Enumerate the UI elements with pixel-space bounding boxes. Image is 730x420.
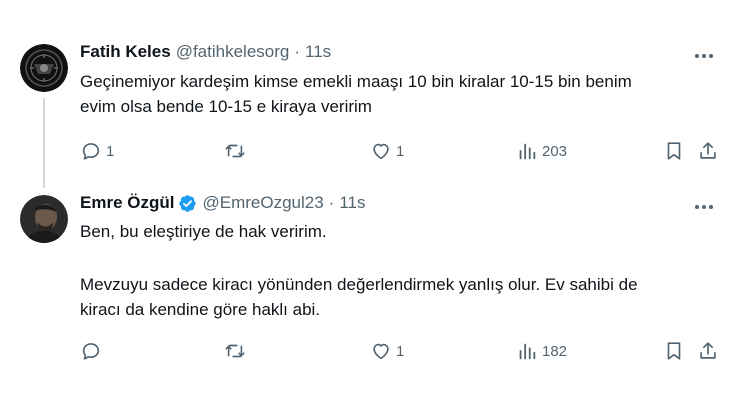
reply-icon (80, 140, 102, 162)
retweet-icon (223, 140, 247, 162)
like-count: 1 (396, 342, 405, 360)
tweet-header: Emre Özgül @EmreOzgul23 · 11s (80, 193, 366, 213)
bookmark-icon (663, 340, 685, 362)
bookmark-button[interactable] (663, 336, 685, 366)
avatar[interactable] (20, 44, 68, 92)
share-icon (697, 340, 719, 362)
views-icon (516, 340, 538, 362)
heart-icon (370, 340, 392, 362)
tweet-text-line: Geçinemiyor kardeşim kimse emekli maaşı … (80, 72, 632, 91)
share-button[interactable] (697, 336, 719, 366)
retweet-button[interactable] (223, 336, 251, 366)
user-handle[interactable]: @fatihkelesorg (176, 42, 290, 62)
verified-badge-icon[interactable] (178, 194, 197, 213)
more-icon[interactable] (692, 197, 716, 217)
action-bar: 1 182 (80, 336, 720, 366)
tweet-text-line: kiracı da kendine göre haklı abi. (80, 300, 321, 319)
reply-button[interactable] (80, 336, 106, 366)
tweet-text-line: evim olsa bende 10-15 e kiraya veririm (80, 97, 372, 116)
tweet-1[interactable]: Fatih Keles @fatihkelesorg · 11s Geçinem… (0, 0, 730, 185)
views-button[interactable]: 182 (516, 336, 567, 366)
view-count: 203 (542, 142, 568, 160)
avatar[interactable] (20, 195, 68, 243)
reply-icon (80, 340, 102, 362)
reply-count: 1 (106, 142, 115, 160)
share-icon (697, 140, 719, 162)
separator: · (294, 42, 301, 61)
display-name[interactable]: Emre Özgül (80, 193, 174, 213)
heart-icon (370, 140, 392, 162)
timestamp[interactable]: 11s (339, 193, 365, 213)
like-count: 1 (396, 142, 405, 160)
tweet-text-line (80, 244, 720, 269)
tweet-text-line: Mevzuyu sadece kiracı yönünden değerlend… (80, 275, 638, 294)
separator: · (328, 193, 335, 212)
like-button[interactable]: 1 (370, 136, 404, 166)
tweet-2[interactable]: Emre Özgül @EmreOzgul23 · 11s Ben, bu el… (0, 185, 730, 420)
bookmark-button[interactable] (663, 136, 685, 166)
reply-button[interactable]: 1 (80, 136, 114, 166)
like-button[interactable]: 1 (370, 336, 404, 366)
action-bar: 1 1 203 (80, 136, 720, 166)
tweet-text: Ben, bu eleştiriye de hak veririm. Mevzu… (80, 219, 720, 322)
retweet-button[interactable] (223, 136, 251, 166)
display-name[interactable]: Fatih Keles (80, 42, 171, 62)
retweet-icon (223, 340, 247, 362)
timestamp[interactable]: 11s (305, 42, 331, 62)
tweet-text-line: Ben, bu eleştiriye de hak veririm. (80, 222, 327, 241)
view-count: 182 (542, 342, 568, 360)
tweet-text: Geçinemiyor kardeşim kimse emekli maaşı … (80, 69, 720, 119)
bookmark-icon (663, 140, 685, 162)
views-button[interactable]: 203 (516, 136, 567, 166)
user-handle[interactable]: @EmreOzgul23 (202, 193, 323, 213)
views-icon (516, 140, 538, 162)
share-button[interactable] (697, 136, 719, 166)
tweet-header: Fatih Keles @fatihkelesorg · 11s (80, 42, 331, 62)
more-icon[interactable] (692, 46, 716, 66)
